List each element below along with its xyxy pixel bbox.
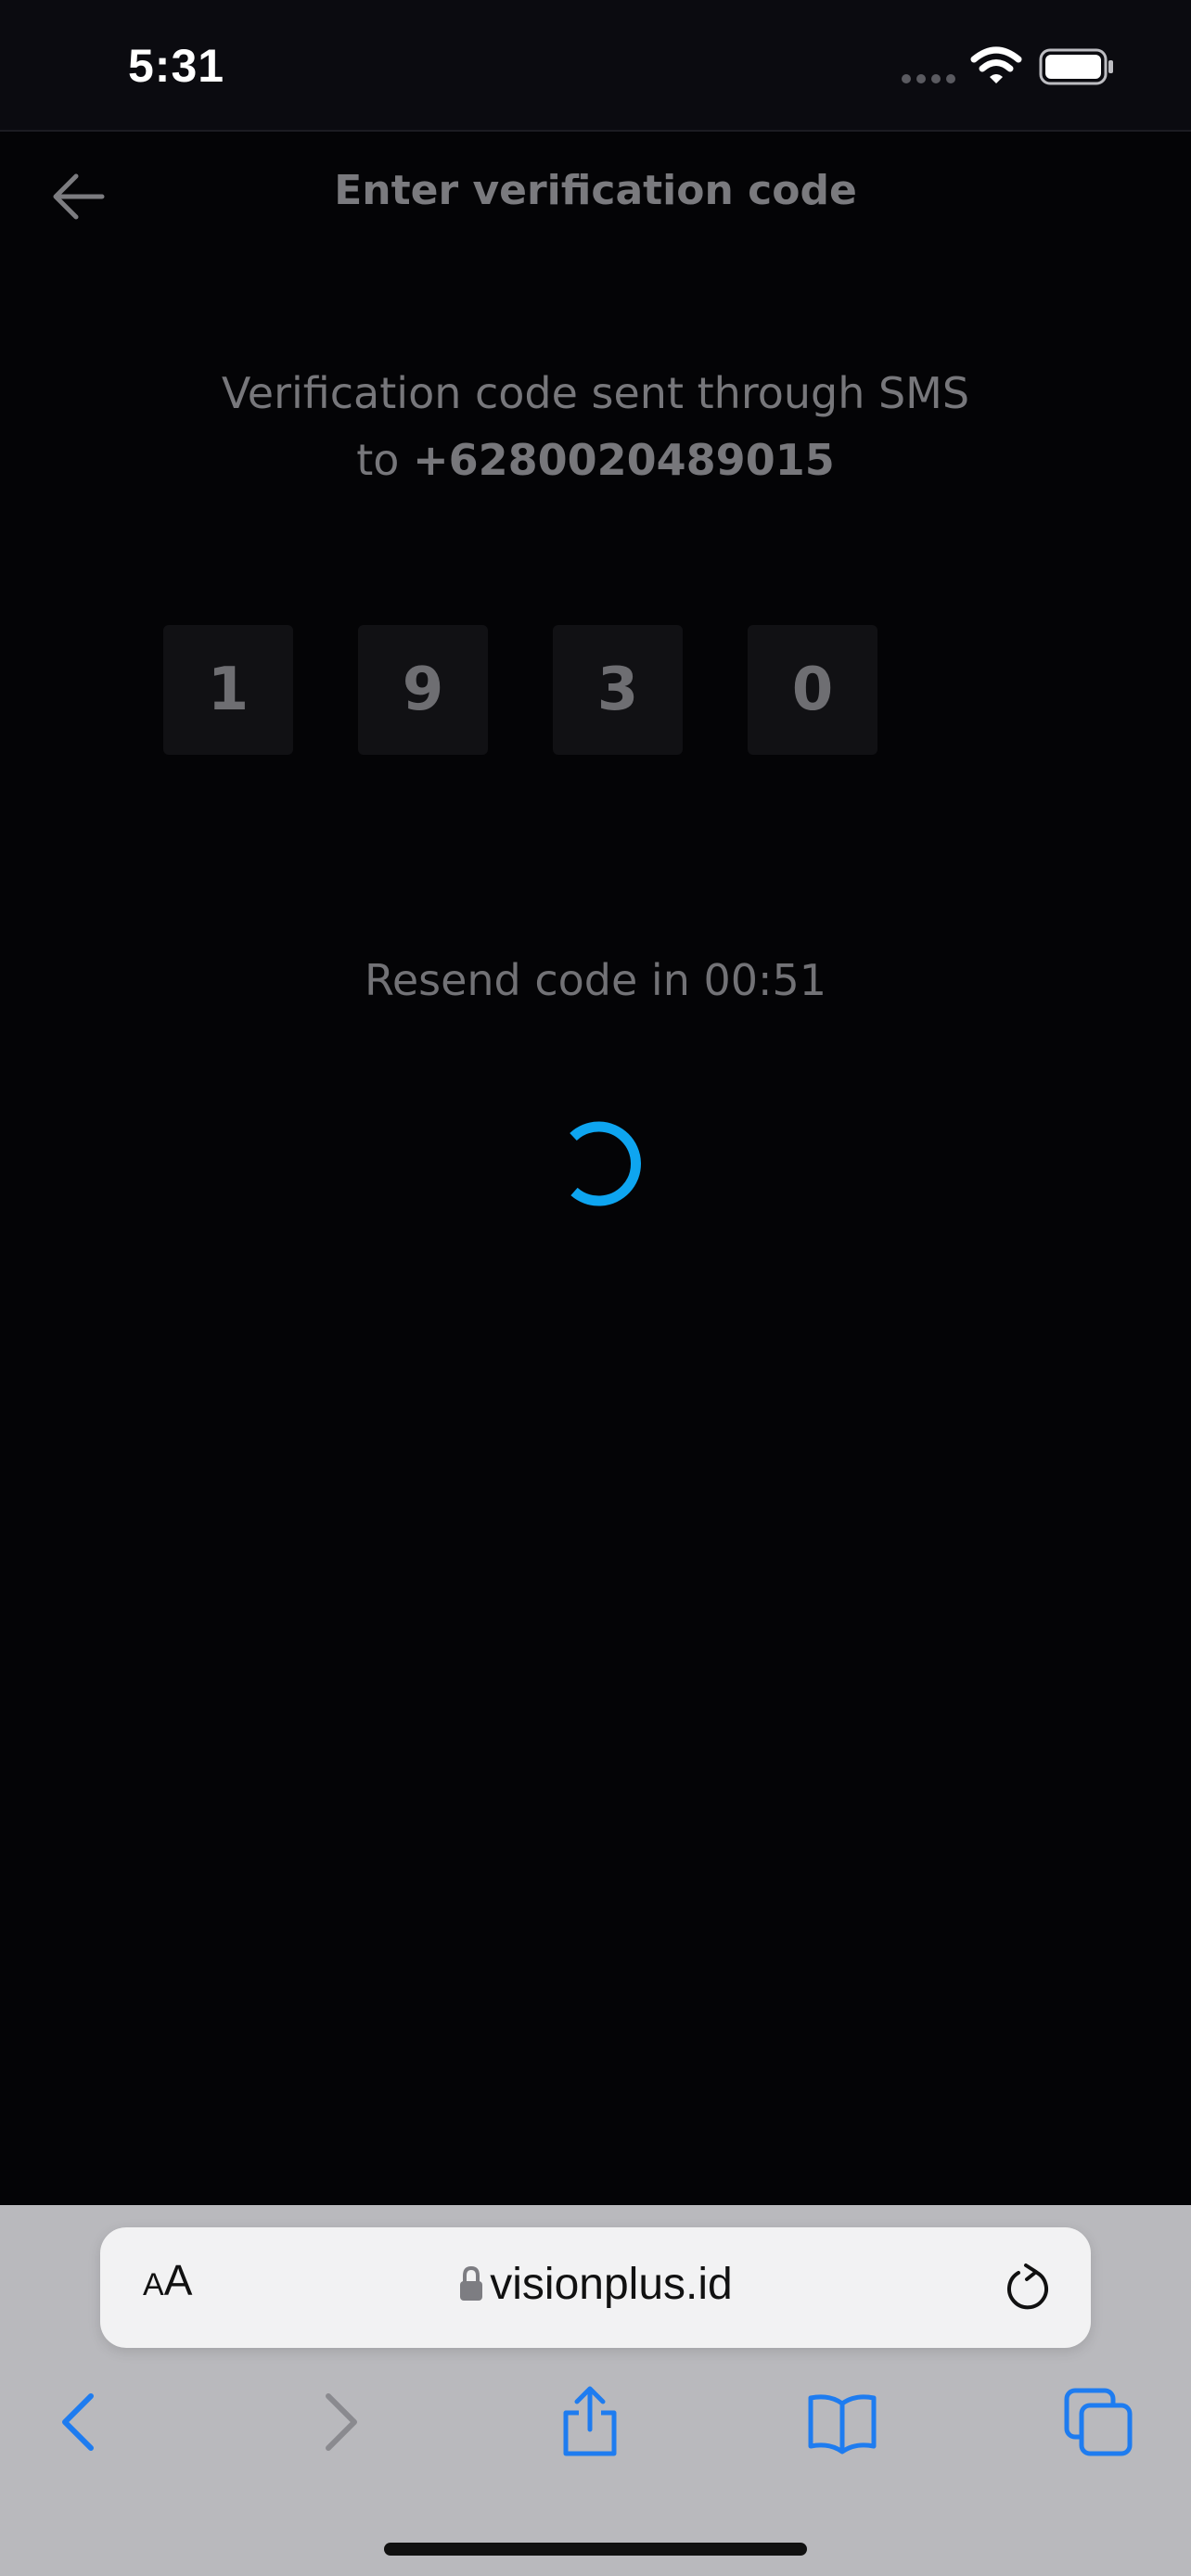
share-icon[interactable] (553, 2385, 627, 2459)
verification-info: Verification code sent through SMS to +6… (0, 360, 1191, 493)
status-bar: 5:31 (0, 0, 1191, 132)
status-time: 5:31 (128, 40, 225, 92)
resend-countdown: Resend code in 00:51 (364, 955, 827, 1005)
forward-icon[interactable] (302, 2385, 377, 2459)
address-bar[interactable]: AA visionplus.id (100, 2227, 1091, 2348)
loading-spinner-icon (570, 1121, 641, 1206)
cellular-signal-icon (902, 74, 955, 83)
page-header: Enter verification code (0, 132, 1191, 261)
lock-icon (460, 2265, 483, 2301)
bookmarks-icon[interactable] (805, 2385, 879, 2459)
url-text: visionplus.id (490, 2260, 733, 2309)
back-icon[interactable] (43, 2385, 117, 2459)
otp-digit-1[interactable]: 1 (163, 625, 293, 755)
browser-toolbar: AA visionplus.id (0, 2205, 1191, 2576)
info-to-label: to (356, 435, 414, 485)
battery-icon (1039, 48, 1113, 85)
info-line-1: Verification code sent through SMS (221, 368, 970, 418)
otp-input-row: 1 9 3 0 (163, 625, 877, 755)
tabs-icon[interactable] (1061, 2385, 1135, 2459)
info-line-2: to +6280020489015 (0, 427, 1191, 493)
phone-number: +6280020489015 (413, 435, 835, 485)
url-display[interactable]: visionplus.id (100, 2259, 1091, 2310)
wifi-icon (970, 46, 1022, 83)
otp-digit-3[interactable]: 3 (553, 625, 683, 755)
reload-icon[interactable] (1002, 2261, 1054, 2316)
home-indicator (384, 2543, 807, 2556)
page-title: Enter verification code (334, 167, 857, 214)
otp-digit-2[interactable]: 9 (358, 625, 488, 755)
otp-digit-4[interactable]: 0 (748, 625, 877, 755)
